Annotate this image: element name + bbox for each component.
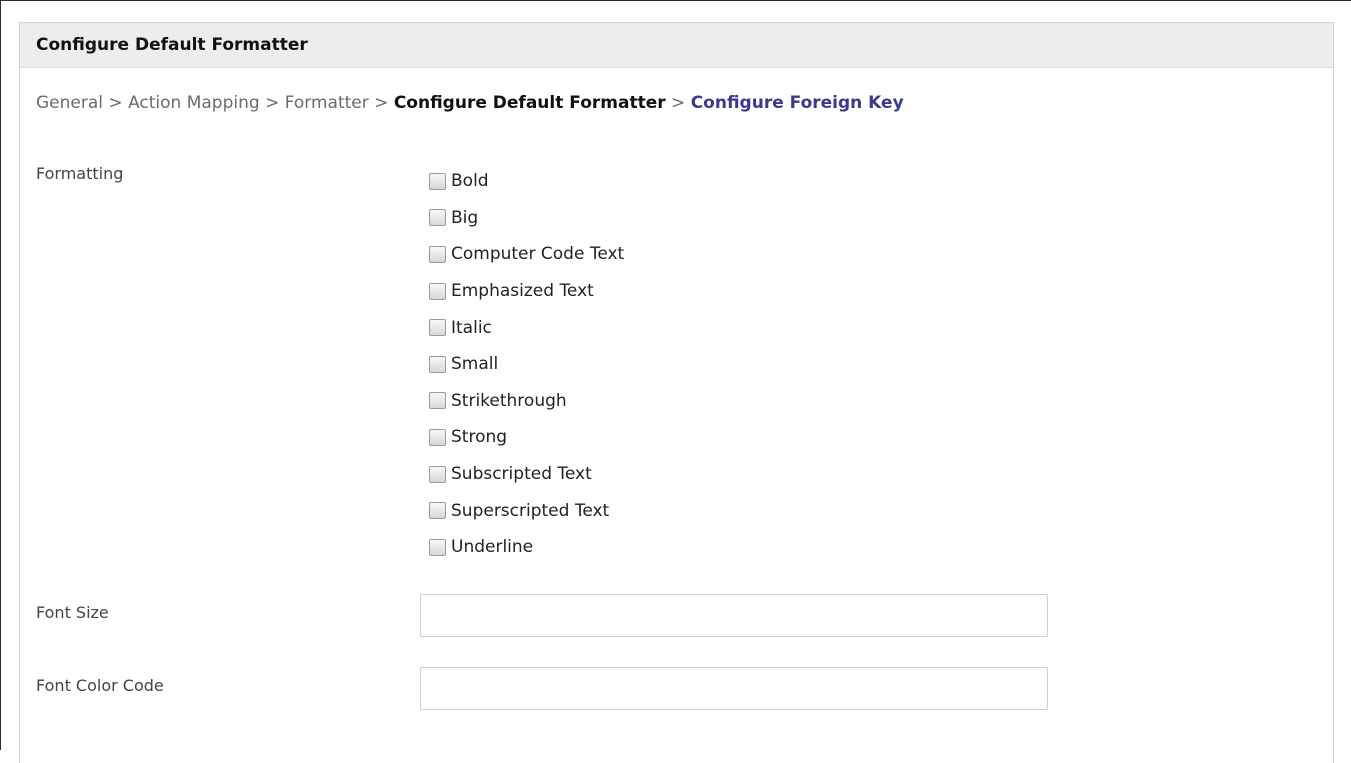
underline-checkbox[interactable]: [429, 538, 446, 556]
option-label: Italic: [451, 317, 492, 338]
emphasized-text-checkbox[interactable]: [429, 282, 446, 300]
breadcrumb-configure-foreign-key[interactable]: Configure Foreign Key: [691, 93, 904, 113]
breadcrumb-formatter[interactable]: Formatter: [285, 93, 369, 113]
option-label: Bold: [451, 171, 489, 192]
formatter-panel: Configure Default Formatter General > Ac…: [19, 22, 1334, 763]
subscripted-text-checkbox[interactable]: [429, 465, 446, 483]
superscripted-text-checkbox[interactable]: [429, 502, 446, 520]
option-label: Subscripted Text: [451, 464, 592, 485]
breadcrumb-separator: >: [374, 93, 389, 113]
breadcrumb-current: Configure Default Formatter: [393, 93, 666, 113]
option-big[interactable]: Big: [429, 200, 624, 237]
window-left-border: [0, 0, 1, 750]
option-label: Small: [451, 354, 499, 375]
formatting-options: Bold Big Computer Code Text Emphasized T…: [429, 163, 624, 566]
font-size-label: Font Size: [36, 603, 109, 622]
option-computer-code-text[interactable]: Computer Code Text: [429, 236, 624, 273]
breadcrumb-action-mapping[interactable]: Action Mapping: [128, 93, 260, 113]
option-subscripted-text[interactable]: Subscripted Text: [429, 456, 624, 493]
option-emphasized-text[interactable]: Emphasized Text: [429, 273, 624, 310]
option-strong[interactable]: Strong: [429, 419, 624, 456]
italic-checkbox[interactable]: [429, 319, 446, 337]
option-superscripted-text[interactable]: Superscripted Text: [429, 492, 624, 529]
breadcrumb-separator: >: [108, 93, 123, 113]
strikethrough-checkbox[interactable]: [429, 392, 446, 410]
formatting-label: Formatting: [36, 164, 124, 183]
window-top-border: [0, 0, 1351, 1]
big-checkbox[interactable]: [429, 209, 446, 227]
option-label: Strikethrough: [451, 390, 567, 411]
computer-code-text-checkbox[interactable]: [429, 245, 446, 263]
option-label: Underline: [451, 537, 534, 558]
option-italic[interactable]: Italic: [429, 309, 624, 346]
panel-title: Configure Default Formatter: [20, 23, 1333, 68]
font-color-code-label: Font Color Code: [36, 676, 164, 695]
option-label: Emphasized Text: [451, 281, 594, 302]
option-bold[interactable]: Bold: [429, 163, 624, 200]
breadcrumb: General > Action Mapping > Formatter > C…: [36, 93, 904, 113]
option-label: Superscripted Text: [451, 500, 610, 521]
strong-checkbox[interactable]: [429, 428, 446, 446]
small-checkbox[interactable]: [429, 355, 446, 373]
option-small[interactable]: Small: [429, 346, 624, 383]
breadcrumb-general[interactable]: General: [36, 93, 103, 113]
option-label: Computer Code Text: [451, 244, 625, 265]
breadcrumb-separator: >: [671, 93, 686, 113]
option-label: Big: [451, 207, 479, 228]
option-label: Strong: [451, 427, 508, 448]
font-color-code-input[interactable]: [420, 667, 1048, 710]
font-size-input[interactable]: [420, 594, 1048, 637]
breadcrumb-separator: >: [265, 93, 280, 113]
option-strikethrough[interactable]: Strikethrough: [429, 383, 624, 420]
bold-checkbox[interactable]: [429, 172, 446, 190]
option-underline[interactable]: Underline: [429, 529, 624, 566]
